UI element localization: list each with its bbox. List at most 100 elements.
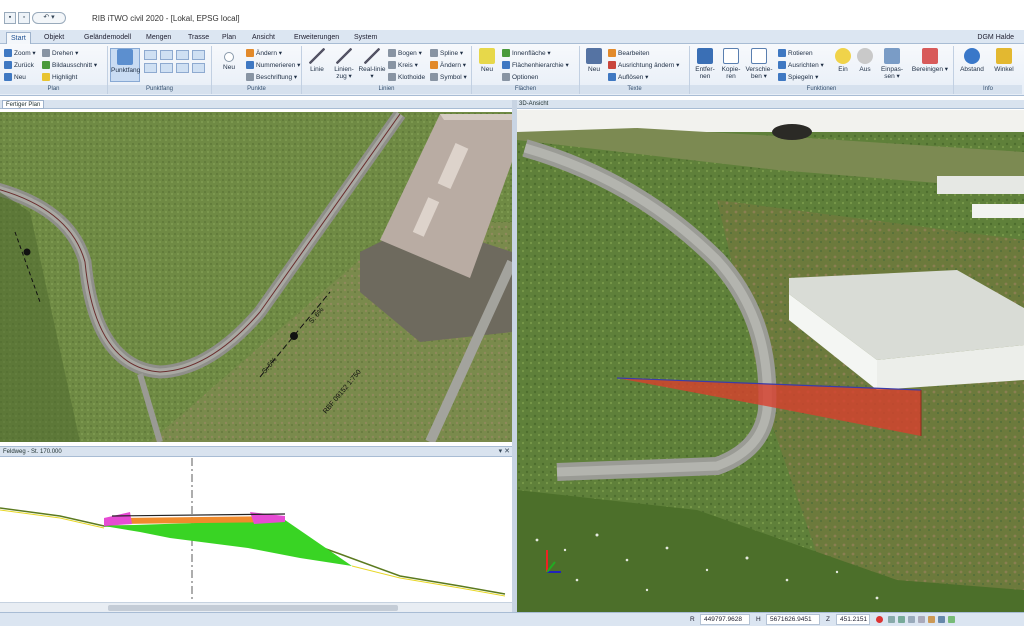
- snap-mode-tile[interactable]: [160, 63, 173, 73]
- stop-icon[interactable]: [876, 616, 883, 623]
- pin-icon[interactable]: ▾ ✕: [499, 447, 510, 457]
- symbol-button[interactable]: Symbol ▾: [430, 72, 467, 82]
- zoom-button[interactable]: Zoom ▾: [4, 48, 36, 58]
- section-scrollbar[interactable]: [0, 602, 514, 612]
- profile-name: DGM Halde: [977, 34, 1014, 41]
- settings-icon[interactable]: [948, 616, 955, 623]
- snap-mode-tile[interactable]: [176, 50, 189, 60]
- align-button[interactable]: Ausrichten ▾: [778, 60, 824, 70]
- distance-icon: [964, 48, 980, 64]
- tab-ansicht[interactable]: Ansicht: [248, 32, 279, 44]
- tab-plan[interactable]: Plan: [218, 32, 240, 44]
- undo-button[interactable]: ↶ ▾: [32, 12, 66, 24]
- group-label-flaechen: Flächen: [472, 85, 579, 94]
- snap-icon[interactable]: [898, 616, 905, 623]
- title-bar: ▪ ▫ ↶ ▾ RIB iTWO civil 2020 - [Lokal, EP…: [0, 0, 1024, 30]
- distance-button[interactable]: Abstand: [956, 48, 988, 73]
- alignment-icon: [608, 61, 616, 69]
- plan-view-2d[interactable]: S: 5% S: 6% RBF 09152 1:750: [0, 112, 512, 442]
- rotate-view-button[interactable]: Drehen ▾: [42, 48, 78, 58]
- change-point-button[interactable]: Ändern ▾: [246, 48, 282, 58]
- rotate-button[interactable]: Rotieren: [778, 48, 813, 58]
- circle-button[interactable]: Kreis ▾: [388, 60, 418, 70]
- window-title: RIB iTWO civil 2020 - [Lokal, EPSG local…: [92, 14, 240, 23]
- image-section-button[interactable]: Bildausschnitt ▾: [42, 60, 97, 70]
- new-point-button[interactable]: Neu: [214, 48, 244, 71]
- hide-button[interactable]: Aus: [854, 48, 876, 73]
- mirror-button[interactable]: Spiegeln ▾: [778, 72, 818, 82]
- tab-gelaendemodell[interactable]: Geländemodell: [80, 32, 135, 44]
- group-texte: Neu Bearbeiten Ausrichtung ändern ▾ Aufl…: [580, 46, 690, 94]
- clothoid-button[interactable]: Klothoide: [388, 72, 425, 82]
- cross-section-view[interactable]: [0, 458, 514, 610]
- tab-mengen[interactable]: Mengen: [142, 32, 175, 44]
- label-points-button[interactable]: Beschriftung ▾: [246, 72, 297, 82]
- number-points-button[interactable]: Nummerieren ▾: [246, 60, 300, 70]
- scrollbar-thumb[interactable]: [108, 605, 398, 611]
- change-alignment-button[interactable]: Ausrichtung ändern ▾: [608, 60, 679, 70]
- remove-button[interactable]: Entfer-nen: [692, 48, 718, 80]
- clean-button[interactable]: Bereinigen ▾: [910, 48, 950, 73]
- dissolve-text-button[interactable]: Auflösen ▾: [608, 72, 648, 82]
- options-icon: [502, 73, 510, 81]
- group-label-funktionen: Funktionen: [690, 85, 953, 94]
- snap-mode-tile[interactable]: [192, 50, 205, 60]
- point-snap-icon: [117, 49, 133, 65]
- new-view-button[interactable]: Neu: [4, 72, 26, 82]
- tab-trasse[interactable]: Trasse: [184, 32, 213, 44]
- tab-3d-ansicht[interactable]: 3D-Ansicht: [519, 101, 548, 107]
- grid-icon[interactable]: [888, 616, 895, 623]
- copy-icon: [723, 48, 739, 64]
- new-text-button[interactable]: Neu: [582, 48, 606, 73]
- snap-mode-tile[interactable]: [160, 50, 173, 60]
- tab-fertiger-plan[interactable]: Fertiger Plan: [2, 100, 45, 109]
- real-line-button[interactable]: Real-linie ▾: [358, 48, 386, 80]
- ortho-icon[interactable]: [908, 616, 915, 623]
- inner-area-button[interactable]: Innenfläche ▾: [502, 48, 551, 58]
- back-icon: [4, 61, 12, 69]
- snap-mode-tile[interactable]: [144, 50, 157, 60]
- snap-mode-tile[interactable]: [192, 63, 205, 73]
- open-icon[interactable]: ▫: [18, 12, 30, 24]
- view-3d[interactable]: [517, 110, 1024, 612]
- tab-objekt[interactable]: Objekt: [40, 32, 68, 44]
- angle-button[interactable]: Winkel: [988, 48, 1020, 73]
- save-icon[interactable]: ▪: [4, 12, 16, 24]
- show-button[interactable]: Ein: [832, 48, 854, 73]
- arc-button[interactable]: Bogen ▾: [388, 48, 422, 58]
- point-snap-button[interactable]: Punktfang: [110, 48, 140, 82]
- area-options-button[interactable]: Optionen: [502, 72, 538, 82]
- tab-start[interactable]: Start: [6, 32, 31, 44]
- layer-icon[interactable]: [918, 616, 925, 623]
- lock-icon[interactable]: [928, 616, 935, 623]
- group-label-plan: Plan: [0, 85, 107, 94]
- move-button[interactable]: Verschie-ben ▾: [744, 48, 774, 80]
- group-flaechen: Neu Innenfläche ▾ Flächenhierarchie ▾ Op…: [472, 46, 580, 94]
- z-coordinate-label: Z: [826, 616, 830, 623]
- ribbon: Zoom ▾ Zurück Neu Drehen ▾ Bildausschnit…: [0, 44, 1024, 96]
- clothoid-icon: [388, 73, 396, 81]
- fit-button[interactable]: Einpas-sen ▾: [876, 48, 908, 80]
- copy-button[interactable]: Kopie-ren: [718, 48, 744, 80]
- text-icon: [586, 48, 602, 64]
- tab-system[interactable]: System: [350, 32, 381, 44]
- snap-mode-tile[interactable]: [176, 63, 189, 73]
- tab-erweiterungen[interactable]: Erweiterungen: [290, 32, 343, 44]
- view-icon[interactable]: [938, 616, 945, 623]
- remove-icon: [697, 48, 713, 64]
- edit-text-button[interactable]: Bearbeiten: [608, 48, 649, 58]
- change-line-button[interactable]: Ändern ▾: [430, 60, 466, 70]
- bulb-on-icon: [835, 48, 851, 64]
- new-area-button[interactable]: Neu: [474, 48, 500, 73]
- fill-area: [104, 520, 352, 566]
- spline-button[interactable]: Spline ▾: [430, 48, 463, 58]
- snap-mode-tile[interactable]: [144, 63, 157, 73]
- area-hierarchy-button[interactable]: Flächenhierarchie ▾: [502, 60, 569, 70]
- back-button[interactable]: Zurück: [4, 60, 34, 70]
- polyline-button[interactable]: Linien-zug ▾: [330, 48, 358, 80]
- line-button[interactable]: Linie: [304, 48, 330, 73]
- highlight-button[interactable]: Highlight: [42, 72, 77, 82]
- station-marker-icon: [23, 248, 31, 256]
- r-coordinate-label: R: [690, 616, 695, 623]
- numbering-icon: [246, 61, 254, 69]
